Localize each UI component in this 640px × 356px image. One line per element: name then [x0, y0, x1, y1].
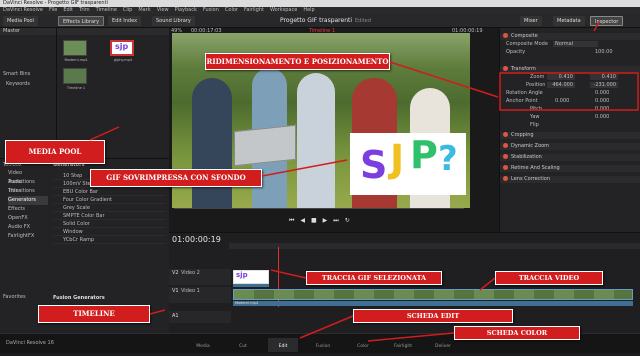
arrow-line [367, 332, 455, 342]
arrow-line [299, 315, 354, 339]
arrow-line [479, 277, 496, 291]
arrow-line [261, 159, 348, 177]
arrow-line [149, 309, 166, 315]
callout-arrows [89, 21, 639, 342]
arrow-line [89, 126, 120, 141]
transform-highlight-box [499, 72, 639, 111]
arrow-line [593, 21, 600, 32]
arrow-line [389, 61, 499, 98]
arrow-line [270, 269, 307, 279]
